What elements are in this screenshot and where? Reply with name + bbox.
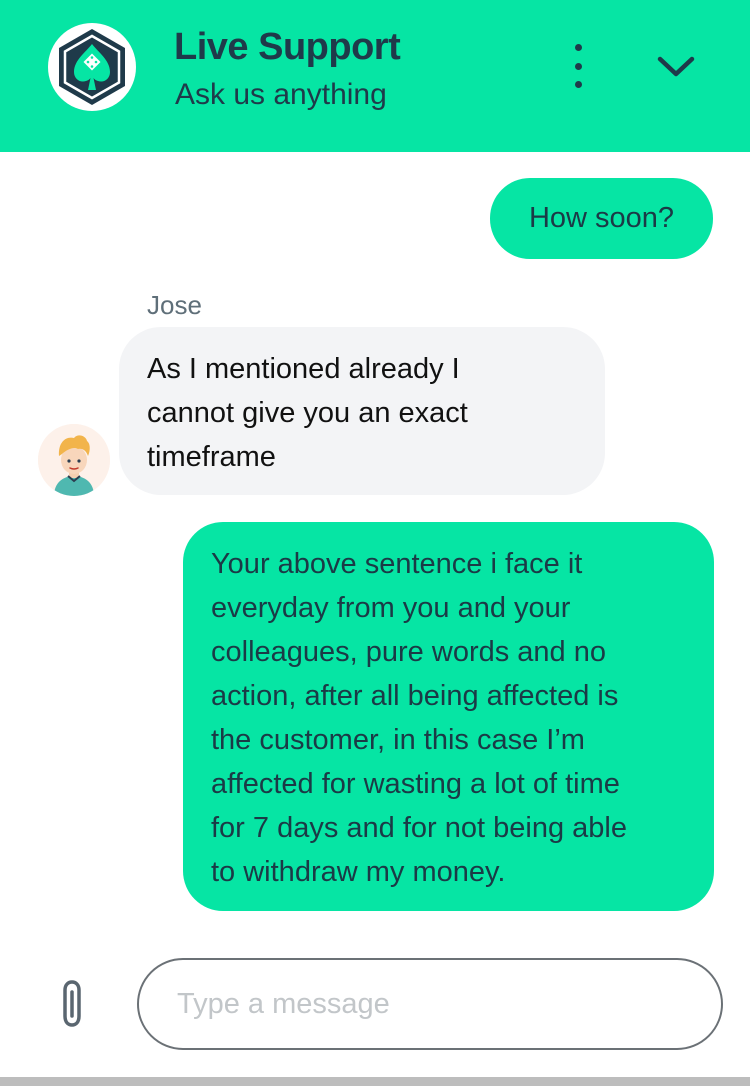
chevron-down-icon (657, 56, 695, 77)
agent-avatar (38, 424, 110, 496)
user-message: Your above sentence i face it everyday f… (183, 522, 714, 911)
message-input[interactable] (137, 958, 723, 1050)
user-message: How soon? (490, 178, 713, 259)
more-options-button[interactable] (560, 44, 596, 88)
attach-button[interactable] (56, 978, 90, 1030)
agent-name: Jose (147, 290, 202, 320)
agent-message: As I mentioned already I cannot give you… (119, 327, 605, 495)
chat-header: Live Support Ask us anything (0, 0, 750, 152)
header-subtitle: Ask us anything (175, 78, 387, 111)
bottom-scrollbar (0, 1077, 750, 1086)
spade-logo-icon (46, 22, 138, 112)
more-vertical-icon (574, 44, 582, 51)
paperclip-icon (63, 980, 81, 1027)
header-title: Live Support (174, 26, 401, 68)
collapse-chat-button[interactable] (655, 50, 697, 82)
